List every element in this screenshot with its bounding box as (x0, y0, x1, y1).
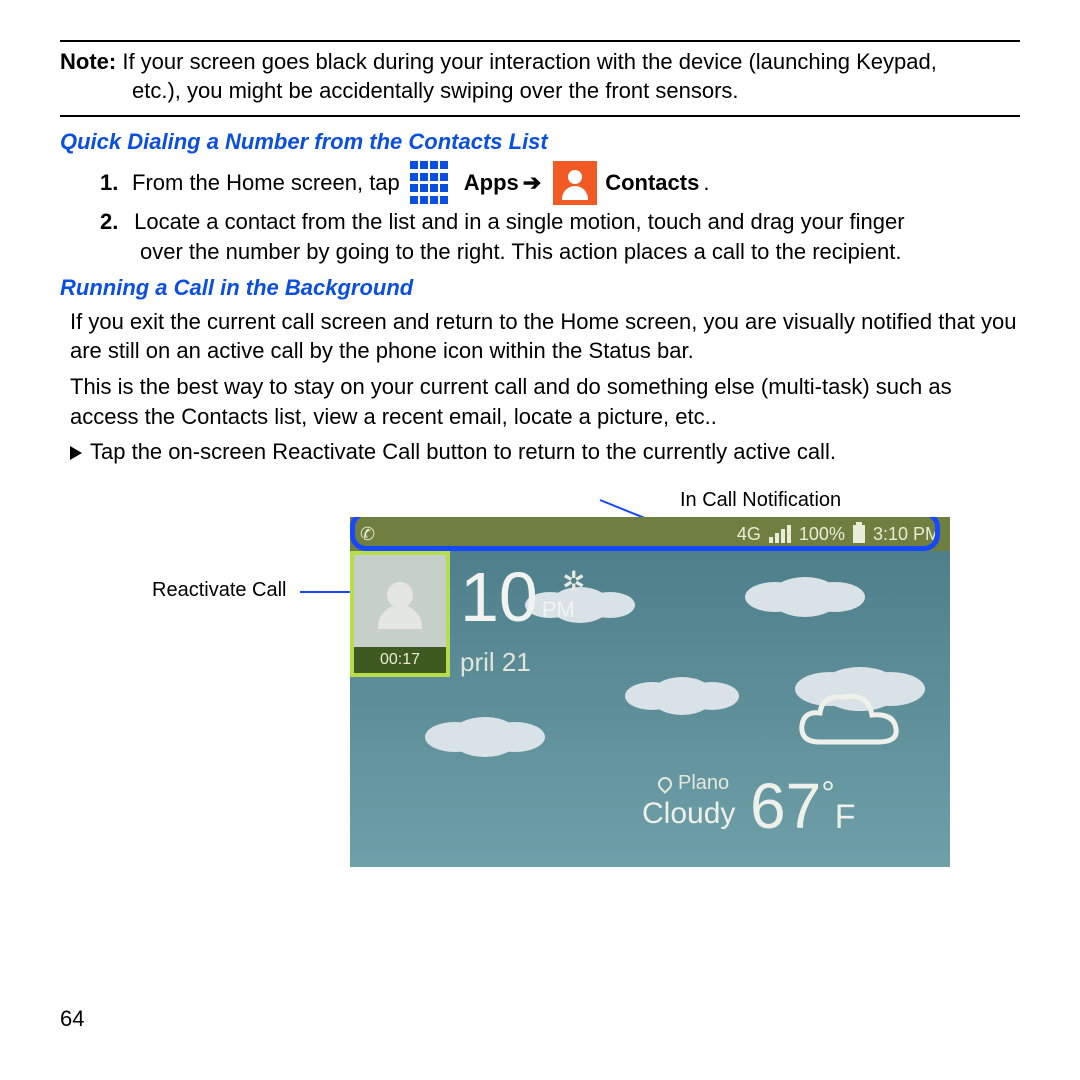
temp-value: 67 (750, 770, 821, 842)
weather-location: Plano (658, 772, 729, 795)
apps-grid-icon (408, 159, 456, 207)
section2-p3: Tap the on-screen Reactivate Call button… (90, 439, 836, 464)
step2-text-b: over the number by going to the right. T… (100, 237, 1020, 267)
heading-quick-dialing: Quick Dialing a Number from the Contacts… (60, 129, 1020, 155)
step-1: 1. From the Home screen, tap Apps ➔ Cont… (100, 159, 1020, 207)
weather-cloud-icon (790, 687, 910, 757)
note-line2: etc.), you might be accidentally swiping… (60, 77, 1020, 106)
triangle-bullet-icon (70, 446, 82, 460)
temp-unit: F (835, 798, 856, 836)
page-number: 64 (60, 1006, 84, 1032)
callout-in-call: In Call Notification (680, 489, 841, 512)
temp-degree: ° (821, 775, 835, 813)
figure-area: In Call Notification Reactivate Call ✆ 4… (60, 497, 1020, 867)
contacts-icon (553, 161, 597, 205)
apps-label: Apps (464, 168, 519, 198)
contacts-label: Contacts (605, 168, 699, 198)
highlight-status-bar (350, 517, 940, 551)
widget-hour: 10 (460, 557, 538, 637)
weather-temp: 67°F (750, 769, 856, 843)
phone-screenshot: ✆ 4G 100% 3:10 PM 00:17 10 PM (350, 517, 950, 867)
reactivate-call-widget: 00:17 (350, 551, 450, 677)
step2-text-a: Locate a contact from the list and in a … (134, 209, 904, 234)
avatar-icon (354, 555, 446, 647)
section2-p3-row: Tap the on-screen Reactivate Call button… (60, 437, 1020, 467)
arrow-icon: ➔ (523, 168, 541, 198)
section2-p2: This is the best way to stay on your cur… (60, 372, 1020, 431)
section2-p1: If you exit the current call screen and … (60, 307, 1020, 366)
widget-time: 10 PM (460, 557, 575, 637)
gear-icon: ✲ (562, 565, 585, 598)
heading-running-call: Running a Call in the Background (60, 275, 1020, 301)
step-2: 2. Locate a contact from the list and in… (100, 207, 1020, 266)
period: . (703, 168, 709, 198)
note-line1: If your screen goes black during your in… (122, 49, 936, 74)
callout-reactivate: Reactivate Call (152, 579, 287, 602)
widget-ampm: PM (542, 597, 575, 623)
step1-text-a: From the Home screen, tap (132, 168, 400, 198)
geo-label: Plano (678, 772, 729, 795)
note-label: Note: (60, 49, 116, 74)
step1-number: 1. (100, 168, 128, 198)
weather-condition: Cloudy (642, 797, 735, 831)
note-block: Note: If your screen goes black during y… (60, 48, 1020, 105)
pin-icon (655, 774, 675, 794)
widget-date: pril 21 (460, 647, 531, 678)
call-timer: 00:17 (354, 647, 446, 673)
step2-number: 2. (100, 207, 128, 237)
